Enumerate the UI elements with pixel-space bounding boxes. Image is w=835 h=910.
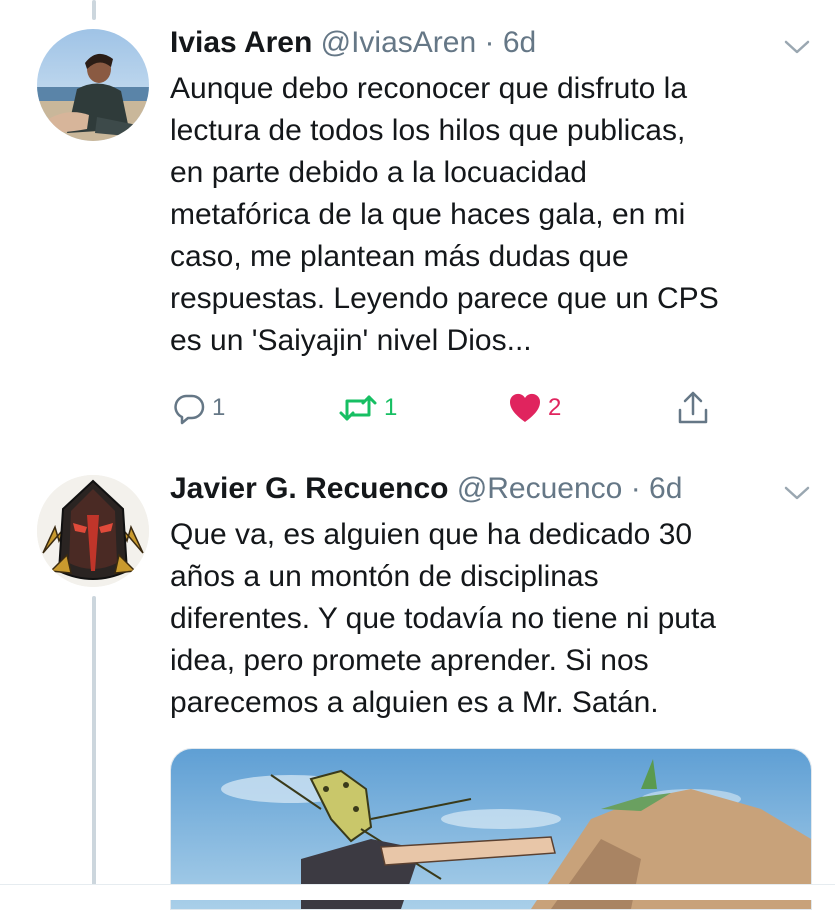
tweet-text-line: Que va, es alguien que ha dedicado 30 [170, 518, 693, 551]
retweet-icon [339, 395, 377, 421]
author-handle[interactable]: @Recuenco [457, 472, 623, 505]
tweet-text-line: es un 'Saiyajin' nivel Dios... [170, 324, 532, 357]
reply-icon [174, 394, 205, 425]
tweet-text-line: lectura de todos los hilos que publicas, [170, 114, 686, 147]
tweet-timestamp[interactable]: 6d [649, 472, 682, 505]
tweet-text-line: caso, me plantean más dudas que [170, 240, 629, 273]
retweet-button[interactable]: 1 [338, 388, 397, 428]
avatar[interactable] [37, 475, 149, 587]
tweet-text: Que va, es alguien que ha dedicado 30 añ… [170, 514, 810, 724]
bottom-bar [0, 885, 835, 900]
tweet-ivias-aren[interactable]: Ivias Aren @IviasAren · 6d Aunque debo r… [0, 0, 835, 450]
like-count: 2 [548, 394, 562, 421]
tweet-text-line: diferentes. Y que todavía no tiene ni pu… [170, 602, 716, 635]
author-name[interactable]: Ivias Aren [170, 26, 312, 59]
avatar-photo [37, 29, 149, 141]
tweet-text-line: años a un montón de disciplinas [170, 560, 599, 593]
retweet-count: 1 [384, 394, 398, 421]
tweet-text-line: en parte debido a la locuacidad [170, 156, 587, 189]
tweet-text-line: metafórica de la que haces gala, en mi [170, 198, 686, 231]
tweet-header: Javier G. Recuenco @Recuenco · 6d [170, 470, 682, 508]
share-icon [678, 391, 708, 424]
tweet-text: Aunque debo reconocer que disfruto la le… [170, 68, 810, 362]
header-separator: · [484, 26, 495, 59]
chevron-down-icon[interactable] [783, 484, 811, 502]
like-button[interactable]: 2 [508, 388, 561, 428]
tweet-text-line: parecemos a alguien es a Mr. Satán. [170, 686, 659, 719]
share-button[interactable] [676, 388, 710, 428]
heart-icon [509, 393, 541, 422]
avatar[interactable] [37, 29, 149, 141]
tweet-text-line: Aunque debo reconocer que disfruto la [170, 72, 688, 105]
tweet-actions: 1 1 2 [170, 388, 730, 428]
avatar-hooded-figure [37, 475, 149, 587]
author-handle[interactable]: @IviasAren [321, 26, 477, 59]
chevron-down-icon[interactable] [783, 38, 811, 56]
header-separator: · [630, 472, 641, 505]
tweet-text-line: respuestas. Leyendo parece que un CPS [170, 282, 719, 315]
author-name[interactable]: Javier G. Recuenco [170, 472, 448, 505]
reply-button[interactable]: 1 [172, 388, 225, 428]
tweet-text-line: idea, pero promete aprender. Si nos [170, 644, 649, 677]
reply-count: 1 [212, 394, 226, 421]
tweet-header: Ivias Aren @IviasAren · 6d [170, 24, 536, 62]
tweet-timestamp[interactable]: 6d [503, 26, 536, 59]
